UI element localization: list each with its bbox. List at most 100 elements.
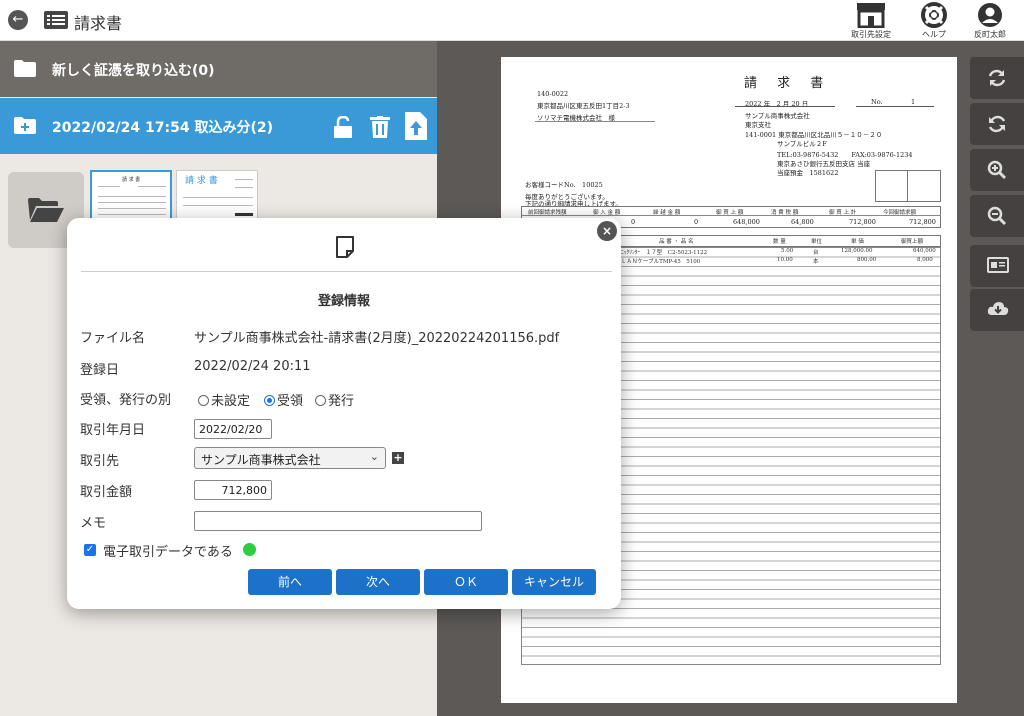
item-amount: 8,000	[917, 257, 933, 263]
thumbnail-heading: 請 求 書	[122, 177, 141, 183]
summary-header: 消 費 税 額	[771, 210, 799, 216]
doc-issuer-branch: 東京支社	[745, 121, 771, 129]
radio-issued[interactable]: 発行	[315, 390, 354, 409]
doc-issuer-bldg: サンプルビル２F	[777, 140, 827, 148]
doc-issuer-acct: 当座預金 1581622	[777, 169, 839, 177]
radio-received-label: 受領	[277, 394, 304, 409]
item-header: 単 価	[851, 239, 864, 245]
summary-value: 712,800	[909, 218, 936, 226]
partner-settings-button[interactable]: 取引先設定	[843, 2, 899, 40]
partner-select[interactable]: サンプル商事株式会社 ⌄	[194, 447, 386, 469]
cancel-button[interactable]: キャンセル	[512, 569, 596, 595]
item-unit: 台	[813, 250, 819, 256]
document-thumbnail-1[interactable]: 請 求 書	[90, 170, 172, 222]
file-name-value: サンプル商事株式会社-請求書(2月度)_20220224201156.pdf	[194, 331, 560, 346]
user-avatar-icon	[978, 3, 1002, 27]
summary-value: 0	[631, 218, 636, 226]
close-icon[interactable]: ×	[597, 221, 617, 241]
refresh-icon	[988, 69, 1006, 87]
summary-header: 繰 越 金 額	[653, 210, 681, 216]
import-batch-row[interactable]: 2022/02/24 17:54 取込み分(2)	[0, 98, 437, 154]
item-header: 単位	[811, 239, 823, 245]
item-qty: 5.00	[781, 248, 794, 254]
top-bar: ← 請求書 取引先設定 ヘルプ 反町太郎	[0, 0, 1024, 41]
item-qty: 10.00	[777, 257, 793, 263]
item-header: 御買上額	[901, 239, 924, 245]
download-button[interactable]	[970, 289, 1024, 331]
shop-icon	[857, 3, 885, 28]
electronic-data-checkbox[interactable]: ✓	[84, 544, 96, 556]
doc-customer-code: お客様コードNo. 10025	[525, 181, 603, 189]
invoice-list-icon	[44, 11, 68, 29]
lifebuoy-icon	[921, 2, 947, 28]
electronic-data-label: 電子取引データである	[103, 545, 233, 560]
summary-value: 712,800	[849, 218, 876, 226]
summary-header: 前回御請求残額	[528, 210, 567, 216]
folder-icon	[14, 60, 36, 77]
next-button[interactable]: 次へ	[336, 569, 420, 595]
summary-value: 648,000	[733, 218, 760, 226]
doc-address: 東京都品川区東五反田1丁目2-3	[537, 102, 630, 110]
chevron-down-icon: ⌄	[369, 450, 379, 463]
amount-label: 取引金額	[80, 485, 133, 500]
rotate-button[interactable]	[970, 103, 1024, 145]
zoom-out-button[interactable]	[970, 195, 1024, 237]
transaction-date-input[interactable]	[194, 419, 272, 439]
user-menu-button[interactable]: 反町太郎	[962, 2, 1018, 40]
doc-no-label: No.	[871, 98, 883, 106]
radio-unset[interactable]: 未設定	[198, 390, 250, 409]
item-header: 品 番 ・ 品 名	[659, 239, 694, 245]
trash-icon[interactable]	[370, 116, 390, 138]
summary-header: 御 入 金 額	[593, 210, 621, 216]
summary-header: 御 買 上 計	[829, 210, 857, 216]
status-indicator	[243, 543, 256, 556]
zoom-in-icon	[987, 160, 1007, 180]
cloud-download-icon	[987, 302, 1009, 315]
amount-input[interactable]	[194, 480, 272, 500]
back-arrow-icon[interactable]: ←	[8, 10, 28, 30]
partner-select-value: サンプル商事株式会社	[201, 453, 321, 467]
item-name: ﾆｯｸﾘﾝﾀｰ １７型 C2-5023-1122	[621, 250, 708, 256]
prev-button[interactable]: 前へ	[248, 569, 332, 595]
item-name: ＬＡＮケーブルTMP-45 5100	[621, 259, 701, 265]
doc-zip: 140-0022	[537, 90, 569, 98]
memo-input[interactable]	[194, 511, 482, 531]
document-info-button[interactable]	[970, 245, 1024, 287]
ok-button[interactable]: ＯＫ	[424, 569, 508, 595]
upload-file-icon[interactable]	[405, 112, 427, 140]
receipt-type-label: 受領、発行の別	[80, 393, 172, 408]
item-header: 数 量	[773, 239, 786, 245]
open-folder-icon	[28, 198, 64, 222]
rotate-icon	[988, 115, 1006, 133]
folder-add-icon	[14, 117, 36, 134]
doc-title: 請 求 書	[744, 76, 832, 91]
registration-date-value: 2022/02/24 20:11	[194, 359, 311, 374]
page-title: 請求書	[74, 14, 123, 33]
summary-value: 64,800	[791, 218, 814, 226]
import-new-evidence-row[interactable]: 新しく証憑を取り込む(0)	[0, 41, 437, 97]
radio-issued-label: 発行	[328, 394, 355, 409]
item-amount: 640,000	[913, 248, 936, 254]
item-unit: 本	[813, 259, 819, 265]
zoom-in-button[interactable]	[970, 149, 1024, 191]
registration-date-label: 登録日	[80, 363, 120, 378]
radio-received[interactable]: 受領	[264, 390, 303, 409]
refresh-button[interactable]	[970, 57, 1024, 99]
file-name-label: ファイル名	[80, 331, 146, 346]
summary-header: 御 買 上 額	[716, 210, 744, 216]
document-thumbnail-2[interactable]: 請 求 書	[176, 170, 258, 222]
dialog-title: 登録情報	[317, 294, 370, 309]
doc-stamp-box	[875, 170, 941, 202]
help-button[interactable]: ヘルプ	[906, 2, 962, 40]
id-card-icon	[987, 257, 1009, 273]
add-partner-button[interactable]: +	[392, 452, 404, 464]
thumbnail-heading: 請 求 書	[185, 176, 218, 186]
item-price: 800.00	[857, 257, 877, 263]
unlock-icon[interactable]	[332, 116, 354, 138]
summary-header: 今回御請求額	[883, 210, 917, 216]
sticky-note-icon	[336, 236, 354, 258]
summary-value: 0	[694, 218, 699, 226]
doc-no-value: 1	[911, 98, 916, 106]
partner-label: 取引先	[80, 454, 120, 469]
memo-label: メモ	[80, 516, 107, 531]
